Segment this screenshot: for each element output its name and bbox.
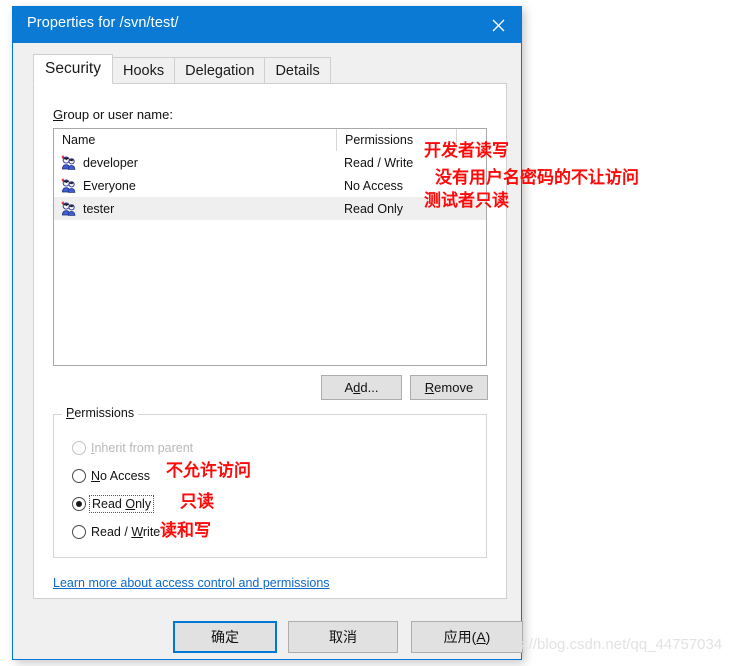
dialog-title: Properties for /svn/test/ <box>27 15 179 31</box>
radio-read-only-label: Read Only <box>88 495 155 513</box>
row-name-cell: Everyone <box>54 174 336 197</box>
radio-inherit-rest: nherit from parent <box>94 441 194 455</box>
accel-w: W <box>131 525 143 539</box>
add-button-prefix: A <box>344 380 354 395</box>
column-header-name[interactable]: Name <box>54 129 336 151</box>
group-users-icon <box>61 154 76 170</box>
table-row[interactable]: tester Read Only <box>54 197 486 220</box>
learn-more-link[interactable]: Learn more about access control and perm… <box>53 576 330 590</box>
accel-d: d <box>353 380 361 395</box>
radio-no-access-label: No Access <box>91 469 150 483</box>
group-users-icon <box>61 177 76 193</box>
row-name-cell: tester <box>54 197 336 220</box>
accel-o: O <box>125 497 136 511</box>
add-button-suffix: d... <box>360 380 379 395</box>
radio-no-access[interactable]: No Access <box>72 467 150 485</box>
remove-button-suffix: emove <box>434 380 474 395</box>
tab-details[interactable]: Details <box>264 57 331 83</box>
accel-n: N <box>91 469 101 483</box>
group-user-listbox[interactable]: Name Permissions developer Read / Write … <box>53 128 487 366</box>
row-permission-cell: No Access <box>344 178 404 193</box>
apply-button-text: 应用( <box>443 629 477 645</box>
row-permission-cell: Read / Write <box>344 155 414 170</box>
group-or-user-name-label-rest: roup or user name: <box>63 107 173 122</box>
radio-read-write-label: Read / Write <box>91 525 160 539</box>
group-or-user-name-label: Group or user name: <box>53 107 173 122</box>
ok-button[interactable]: 确定 <box>173 621 277 653</box>
accel-g: G <box>53 107 64 122</box>
listbox-header: Name Permissions <box>54 129 486 151</box>
radio-no-access-rest: o Access <box>100 469 151 483</box>
apply-button[interactable]: 应用(A) <box>411 621 523 653</box>
radio-mark-icon <box>72 497 86 511</box>
row-name-text: developer <box>83 155 138 170</box>
dialog-titlebar[interactable]: Properties for /svn/test/ <box>13 7 521 43</box>
accel-a: A <box>476 629 486 645</box>
screen: Properties for /svn/test/ Security Hooks… <box>0 0 751 666</box>
close-icon[interactable] <box>475 7 521 43</box>
apply-button-close-paren: ) <box>485 629 491 645</box>
radio-inherit-from-parent[interactable]: Inherit from parent <box>72 439 193 457</box>
table-row[interactable]: developer Read / Write <box>54 151 486 174</box>
radio-mark-icon <box>72 525 86 539</box>
radio-mark-icon <box>72 441 86 455</box>
security-tab-panel: Group or user name: Name Permissions dev… <box>33 83 507 599</box>
radio-mark-icon <box>72 469 86 483</box>
radio-read-write-rest: rite <box>142 525 161 539</box>
row-permission-cell: Read Only <box>344 201 404 216</box>
tab-hooks[interactable]: Hooks <box>112 57 176 83</box>
row-name-text: Everyone <box>83 178 136 193</box>
watermark: https://blog.csdn.net/qq_44757034 <box>492 636 723 653</box>
row-name-text: tester <box>83 201 115 216</box>
radio-read-write[interactable]: Read / Write <box>72 523 160 541</box>
permissions-groupbox-title: Permissions <box>62 406 139 420</box>
column-header-permissions[interactable]: Permissions <box>336 129 456 151</box>
radio-read-only[interactable]: Read Only <box>72 495 155 513</box>
accel-r: R <box>424 380 435 395</box>
radio-read-only-rest: nly <box>135 497 152 511</box>
tab-delegation[interactable]: Delegation <box>174 57 266 83</box>
tab-strip: Security Hooks Delegation Details <box>33 54 331 84</box>
properties-dialog: Properties for /svn/test/ Security Hooks… <box>12 6 523 660</box>
group-users-icon <box>61 200 76 216</box>
row-name-cell: developer <box>54 151 336 174</box>
radio-inherit-from-parent-label: Inherit from parent <box>91 441 193 455</box>
tab-security[interactable]: Security <box>33 54 113 84</box>
column-header-spacer <box>456 129 486 151</box>
add-button[interactable]: Ad d... <box>321 375 402 400</box>
permissions-groupbox-title-rest: ermissions <box>74 406 135 420</box>
table-row[interactable]: Everyone No Access <box>54 174 486 197</box>
remove-button[interactable]: Remove <box>410 375 488 400</box>
cancel-button[interactable]: 取消 <box>288 621 398 653</box>
radio-read-only-prefix: Read <box>92 497 126 511</box>
radio-read-write-prefix: Read / <box>91 525 132 539</box>
